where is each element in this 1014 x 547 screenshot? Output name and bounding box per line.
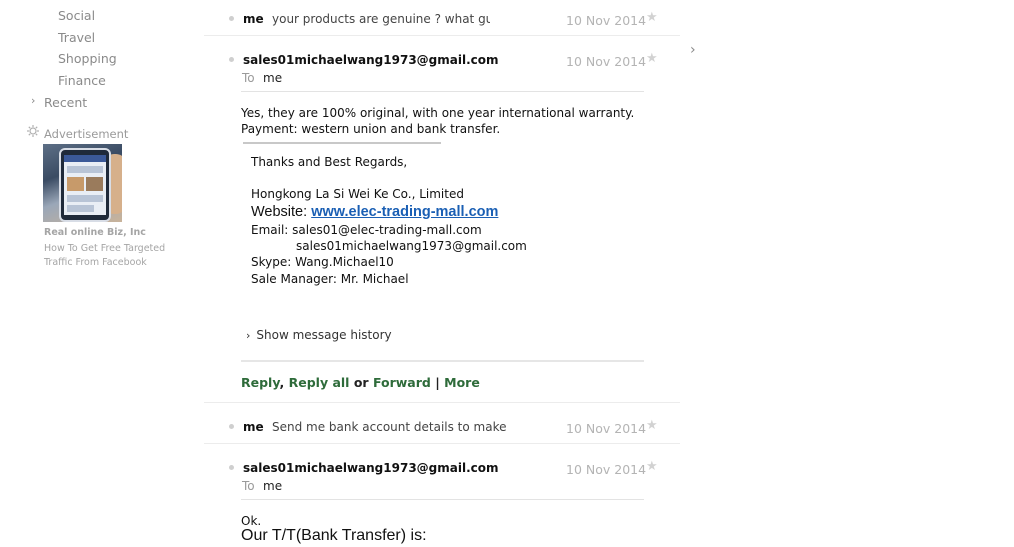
- sidebar-item-travel[interactable]: Travel: [58, 30, 95, 45]
- signature-company: Hongkong La Si Wei Ke Co., Limited: [251, 187, 464, 201]
- message-date: 10 Nov 2014: [566, 462, 647, 477]
- message-dot: [229, 16, 234, 21]
- website-link[interactable]: www.elec-trading-mall.com: [311, 204, 498, 220]
- divider: [241, 360, 644, 362]
- reply-all-link[interactable]: Reply all: [289, 375, 350, 390]
- message-snippet: Send me bank account details to make: [272, 420, 507, 434]
- star-icon[interactable]: ★: [646, 51, 658, 66]
- advertisement-label: Advertisement: [44, 127, 129, 141]
- chevron-right-icon[interactable]: ›: [690, 42, 696, 58]
- message-body-line: Payment: western union and bank transfer…: [241, 122, 501, 136]
- message-dot: [229, 57, 234, 62]
- sidebar-item-recent[interactable]: Recent: [44, 95, 87, 110]
- ad-description[interactable]: How To Get Free Targeted Traffic From Fa…: [44, 242, 184, 269]
- signature-manager: Sale Manager: Mr. Michael: [251, 272, 409, 286]
- signature-rule: [243, 142, 441, 144]
- ad-title[interactable]: Real online Biz, Inc: [44, 227, 146, 238]
- or-text: or: [353, 375, 369, 390]
- ad-phone-shape: [59, 148, 111, 222]
- sidebar-item-social[interactable]: Social: [58, 8, 95, 23]
- signature-email: Email: sales01@elec-trading-mall.com: [251, 223, 482, 237]
- signature-skype: Skype: Wang.Michael10: [251, 255, 394, 269]
- chevron-right-icon[interactable]: ›: [31, 94, 35, 107]
- forward-link[interactable]: Forward: [373, 375, 431, 390]
- message-snippet: your products are genuine ? what guara: [272, 12, 490, 26]
- sidebar-item-shopping[interactable]: Shopping: [58, 51, 117, 66]
- divider: [204, 443, 680, 444]
- message-sender[interactable]: sales01michaelwang1973@gmail.com: [243, 53, 499, 67]
- signature-website: Website: www.elec-trading-mall.com: [251, 204, 498, 220]
- star-icon[interactable]: ★: [646, 418, 658, 433]
- message-body-line: Our T/T(Bank Transfer) is:: [241, 527, 427, 544]
- actions-separator: |: [435, 375, 440, 390]
- divider: [204, 402, 680, 403]
- message-sender: me: [243, 12, 264, 26]
- advertisement-icon: [27, 125, 39, 137]
- star-icon[interactable]: ★: [646, 10, 658, 25]
- show-history-label: Show message history: [256, 328, 392, 342]
- recipient: me: [263, 479, 283, 493]
- more-link[interactable]: More: [444, 375, 480, 390]
- divider: [204, 35, 680, 36]
- signature-regards: Thanks and Best Regards,: [251, 155, 408, 169]
- reply-link[interactable]: Reply: [241, 375, 280, 390]
- message-dot: [229, 465, 234, 470]
- message-sender: me: [243, 420, 264, 434]
- message-body-line: Yes, they are 100% original, with one ye…: [241, 106, 635, 120]
- message-sender[interactable]: sales01michaelwang1973@gmail.com: [243, 461, 499, 475]
- to-label: To: [242, 479, 255, 493]
- website-label: Website:: [251, 204, 312, 220]
- show-message-history[interactable]: › Show message history: [246, 328, 392, 342]
- chevron-right-icon: ›: [246, 329, 251, 342]
- message-dot: [229, 424, 234, 429]
- message-date: 10 Nov 2014: [566, 54, 647, 69]
- ad-image[interactable]: [43, 144, 122, 222]
- message-actions: Reply, Reply all or Forward | More: [241, 375, 480, 390]
- divider: [241, 499, 644, 500]
- to-label: To: [242, 71, 255, 85]
- message-date: 10 Nov 2014: [566, 421, 647, 436]
- sidebar-item-finance[interactable]: Finance: [58, 73, 106, 88]
- recipient: me: [263, 71, 283, 85]
- star-icon[interactable]: ★: [646, 459, 658, 474]
- message-date: 10 Nov 2014: [566, 13, 647, 28]
- signature-email-alt: sales01michaelwang1973@gmail.com: [296, 239, 527, 253]
- divider: [241, 91, 644, 92]
